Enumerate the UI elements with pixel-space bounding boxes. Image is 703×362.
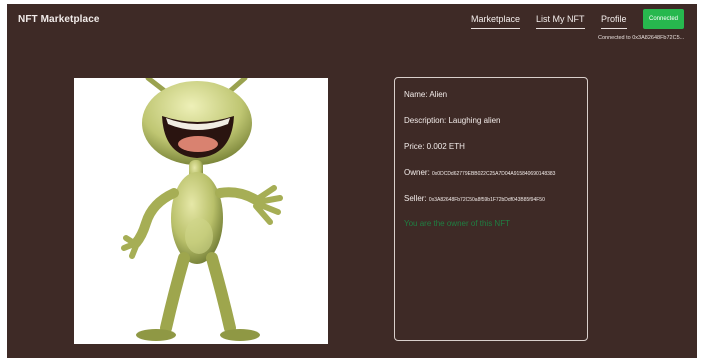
alien-character-image xyxy=(121,78,283,341)
nft-name: Name: Alien xyxy=(404,90,448,99)
nft-details-card: Name: Alien Description: Laughing alien … xyxy=(394,77,588,341)
nft-owner: Owner: 0x0DCDd62779EBB022C25A7D04A915840… xyxy=(404,168,555,177)
connection-status: Connected to 0x3A82648Fb72C5... xyxy=(598,35,685,41)
app-frame: NFT Marketplace Marketplace List My NFT … xyxy=(7,4,697,358)
nft-seller: Seller: 0x3A82648Fb72C50a8f59b1F72bDdf04… xyxy=(404,194,545,203)
nft-description: Description: Laughing alien xyxy=(404,116,501,125)
connect-wallet-button[interactable]: Connected xyxy=(643,9,684,29)
seller-label: Seller: xyxy=(404,194,427,203)
owner-address: 0x0DCDd62779EBB022C25A7D04A9158406901483… xyxy=(432,171,556,177)
nft-image xyxy=(74,78,328,344)
brand-title[interactable]: NFT Marketplace xyxy=(18,14,100,25)
seller-address: 0x3A82648Fb72C50a8f59b1F72bDdf043B85f94F… xyxy=(428,197,545,203)
nav-marketplace[interactable]: Marketplace xyxy=(471,14,521,29)
nft-price: Price: 0.002 ETH xyxy=(404,142,465,151)
nav-profile[interactable]: Profile xyxy=(601,14,627,29)
owner-status-message: You are the owner of this NFT xyxy=(404,219,510,228)
owner-label: Owner: xyxy=(404,168,430,177)
nav-list-my-nft[interactable]: List My NFT xyxy=(536,14,585,29)
